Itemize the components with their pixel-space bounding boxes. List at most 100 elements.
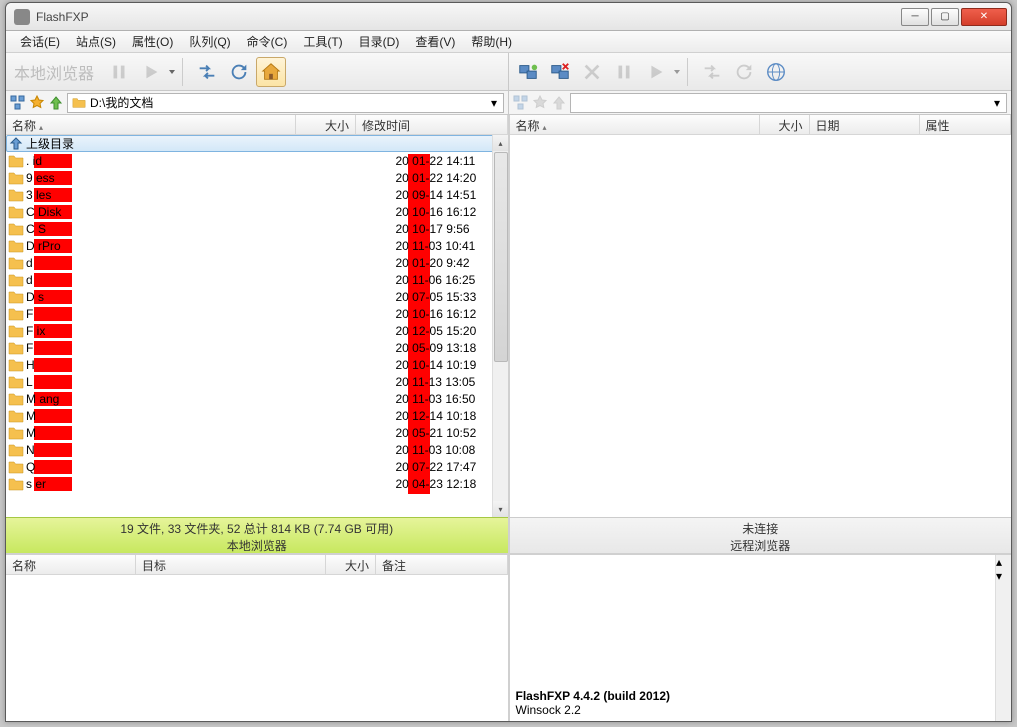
minimize-button[interactable]: ─ bbox=[901, 8, 929, 26]
file-row[interactable]: 9 ess20 01-22 14:20 bbox=[6, 169, 508, 186]
menu-options[interactable]: 属性(O) bbox=[124, 31, 181, 52]
file-row[interactable]: M 20 05-21 10:52 bbox=[6, 424, 508, 441]
scrollbar[interactable]: ▴ ▾ bbox=[492, 135, 508, 517]
file-row[interactable]: F ix20 12-05 15:20 bbox=[6, 322, 508, 339]
pause-button-remote[interactable] bbox=[609, 57, 639, 87]
remote-path-combo[interactable]: ▾ bbox=[570, 93, 1007, 113]
file-row[interactable]: M 20 12-14 10:18 bbox=[6, 407, 508, 424]
app-window: FlashFXP ─ ▢ ✕ 会话(E) 站点(S) 属性(O) 队列(Q) 命… bbox=[5, 2, 1012, 722]
menu-commands[interactable]: 命令(C) bbox=[239, 31, 296, 52]
remote-pane: 名称▴ 大小 日期 属性 未连接 远程浏览器 bbox=[508, 115, 1012, 553]
dropdown-arrow-icon[interactable]: ▾ bbox=[990, 96, 1004, 110]
remote-status-line1: 未连接 bbox=[510, 520, 1012, 537]
local-path-text: D:\我的文档 bbox=[90, 94, 153, 111]
col-date[interactable]: 日期 bbox=[810, 115, 920, 134]
remote-file-list[interactable] bbox=[510, 135, 1012, 517]
refresh-button[interactable] bbox=[224, 57, 254, 87]
menu-directory[interactable]: 目录(D) bbox=[351, 31, 408, 52]
transfer-button[interactable] bbox=[192, 57, 222, 87]
tree-icon[interactable] bbox=[513, 95, 529, 111]
play-button[interactable] bbox=[136, 57, 166, 87]
remote-toolbar bbox=[508, 53, 1011, 91]
menu-sites[interactable]: 站点(S) bbox=[68, 31, 124, 52]
scroll-up-button[interactable]: ▴ bbox=[996, 555, 1011, 569]
local-pathbar: D:\我的文档 ▾ bbox=[6, 91, 508, 115]
file-row[interactable]: Q 20 07-22 17:47 bbox=[6, 458, 508, 475]
log-pane: FlashFXP 4.4.2 (build 2012) Winsock 2.2 … bbox=[508, 555, 1012, 721]
disconnect-button[interactable] bbox=[545, 57, 575, 87]
pause-button[interactable] bbox=[104, 57, 134, 87]
local-status: 19 文件, 33 文件夹, 52 总计 814 KB (7.74 GB 可用)… bbox=[6, 517, 508, 553]
col-size[interactable]: 大小 bbox=[296, 115, 356, 134]
col-name[interactable]: 名称▴ bbox=[510, 115, 760, 134]
remote-pathbar: ▾ bbox=[508, 91, 1011, 115]
file-row[interactable]: D s20 07-05 15:33 bbox=[6, 288, 508, 305]
menu-queue[interactable]: 队列(Q) bbox=[181, 31, 238, 52]
col-target[interactable]: 目标 bbox=[136, 555, 326, 574]
file-row[interactable]: C Disk20 10-16 16:12 bbox=[6, 203, 508, 220]
scroll-down-button[interactable]: ▾ bbox=[996, 569, 1011, 583]
scroll-thumb[interactable] bbox=[494, 152, 508, 362]
menu-session[interactable]: 会话(E) bbox=[12, 31, 68, 52]
col-attr[interactable]: 属性 bbox=[920, 115, 1012, 134]
tree-icon[interactable] bbox=[10, 95, 26, 111]
file-row[interactable]: L 20 11-13 13:05 bbox=[6, 373, 508, 390]
bookmark-icon[interactable] bbox=[29, 95, 45, 111]
maximize-button[interactable]: ▢ bbox=[931, 8, 959, 26]
home-button[interactable] bbox=[256, 57, 286, 87]
menu-tools[interactable]: 工具(T) bbox=[295, 31, 350, 52]
file-row[interactable]: s er20 04-23 12:18 bbox=[6, 475, 508, 492]
file-row[interactable]: d 20 01-20 9:42 bbox=[6, 254, 508, 271]
play-button-remote[interactable] bbox=[641, 57, 671, 87]
parent-dir-row[interactable]: 上级目录 bbox=[6, 135, 508, 152]
queue-header: 名称 目标 大小 备注 bbox=[6, 555, 508, 575]
file-row[interactable]: F 20 10-16 16:12 bbox=[6, 305, 508, 322]
globe-button[interactable] bbox=[761, 57, 791, 87]
file-row[interactable]: M ang20 11-03 16:50 bbox=[6, 390, 508, 407]
menu-view[interactable]: 查看(V) bbox=[407, 31, 463, 52]
file-row[interactable]: F 20 05-09 13:18 bbox=[6, 339, 508, 356]
file-row[interactable]: D rPro20 11-03 10:41 bbox=[6, 237, 508, 254]
col-name[interactable]: 名称▴ bbox=[6, 115, 296, 134]
bookmark-icon[interactable] bbox=[532, 95, 548, 111]
file-row[interactable]: d 20 11-06 16:25 bbox=[6, 271, 508, 288]
local-status-line1: 19 文件, 33 文件夹, 52 总计 814 KB (7.74 GB 可用) bbox=[6, 520, 508, 537]
app-title: FlashFXP bbox=[36, 10, 901, 24]
col-name[interactable]: 名称 bbox=[6, 555, 136, 574]
menu-help[interactable]: 帮助(H) bbox=[463, 31, 520, 52]
connect-button[interactable] bbox=[513, 57, 543, 87]
file-row[interactable]: N 20 11-03 10:08 bbox=[6, 441, 508, 458]
log-line-2: Winsock 2.2 bbox=[516, 703, 990, 717]
scroll-up-button[interactable]: ▴ bbox=[493, 135, 508, 151]
col-note[interactable]: 备注 bbox=[376, 555, 508, 574]
remote-status-line2: 远程浏览器 bbox=[510, 537, 1012, 554]
close-button[interactable]: ✕ bbox=[961, 8, 1007, 26]
local-path-combo[interactable]: D:\我的文档 ▾ bbox=[67, 93, 504, 113]
log-text[interactable]: FlashFXP 4.4.2 (build 2012) Winsock 2.2 bbox=[510, 555, 996, 721]
dropdown-arrow-icon[interactable] bbox=[673, 61, 681, 83]
up-icon[interactable] bbox=[551, 95, 567, 111]
file-row[interactable]: C S20 10-17 9:56 bbox=[6, 220, 508, 237]
col-date[interactable]: 修改时间 bbox=[356, 115, 508, 134]
log-line-1: FlashFXP 4.4.2 (build 2012) bbox=[516, 689, 990, 703]
local-file-list[interactable]: 上级目录. id20 01-22 14:119 ess20 01-22 14:2… bbox=[6, 135, 508, 517]
abort-button[interactable] bbox=[577, 57, 607, 87]
queue-list[interactable] bbox=[6, 575, 508, 721]
up-icon[interactable] bbox=[48, 95, 64, 111]
col-size[interactable]: 大小 bbox=[326, 555, 376, 574]
refresh-button-remote[interactable] bbox=[729, 57, 759, 87]
file-row[interactable]: 3 les20 09-14 14:51 bbox=[6, 186, 508, 203]
dropdown-arrow-icon[interactable] bbox=[168, 61, 176, 83]
file-row[interactable]: . id20 01-22 14:11 bbox=[6, 152, 508, 169]
col-size[interactable]: 大小 bbox=[760, 115, 810, 134]
titlebar[interactable]: FlashFXP ─ ▢ ✕ bbox=[6, 3, 1011, 31]
local-toolbar: 本地浏览器 bbox=[6, 53, 508, 91]
dropdown-arrow-icon[interactable]: ▾ bbox=[487, 96, 501, 110]
scrollbar[interactable]: ▴ ▾ bbox=[995, 555, 1011, 721]
queue-pane: 名称 目标 大小 备注 bbox=[6, 555, 508, 721]
folder-icon bbox=[72, 96, 86, 110]
file-row[interactable]: H 20 10-14 10:19 bbox=[6, 356, 508, 373]
transfer-button-remote[interactable] bbox=[697, 57, 727, 87]
scroll-down-button[interactable]: ▾ bbox=[493, 501, 508, 517]
local-pane: 名称▴ 大小 修改时间 上级目录. id20 01-22 14:119 ess2… bbox=[6, 115, 508, 553]
